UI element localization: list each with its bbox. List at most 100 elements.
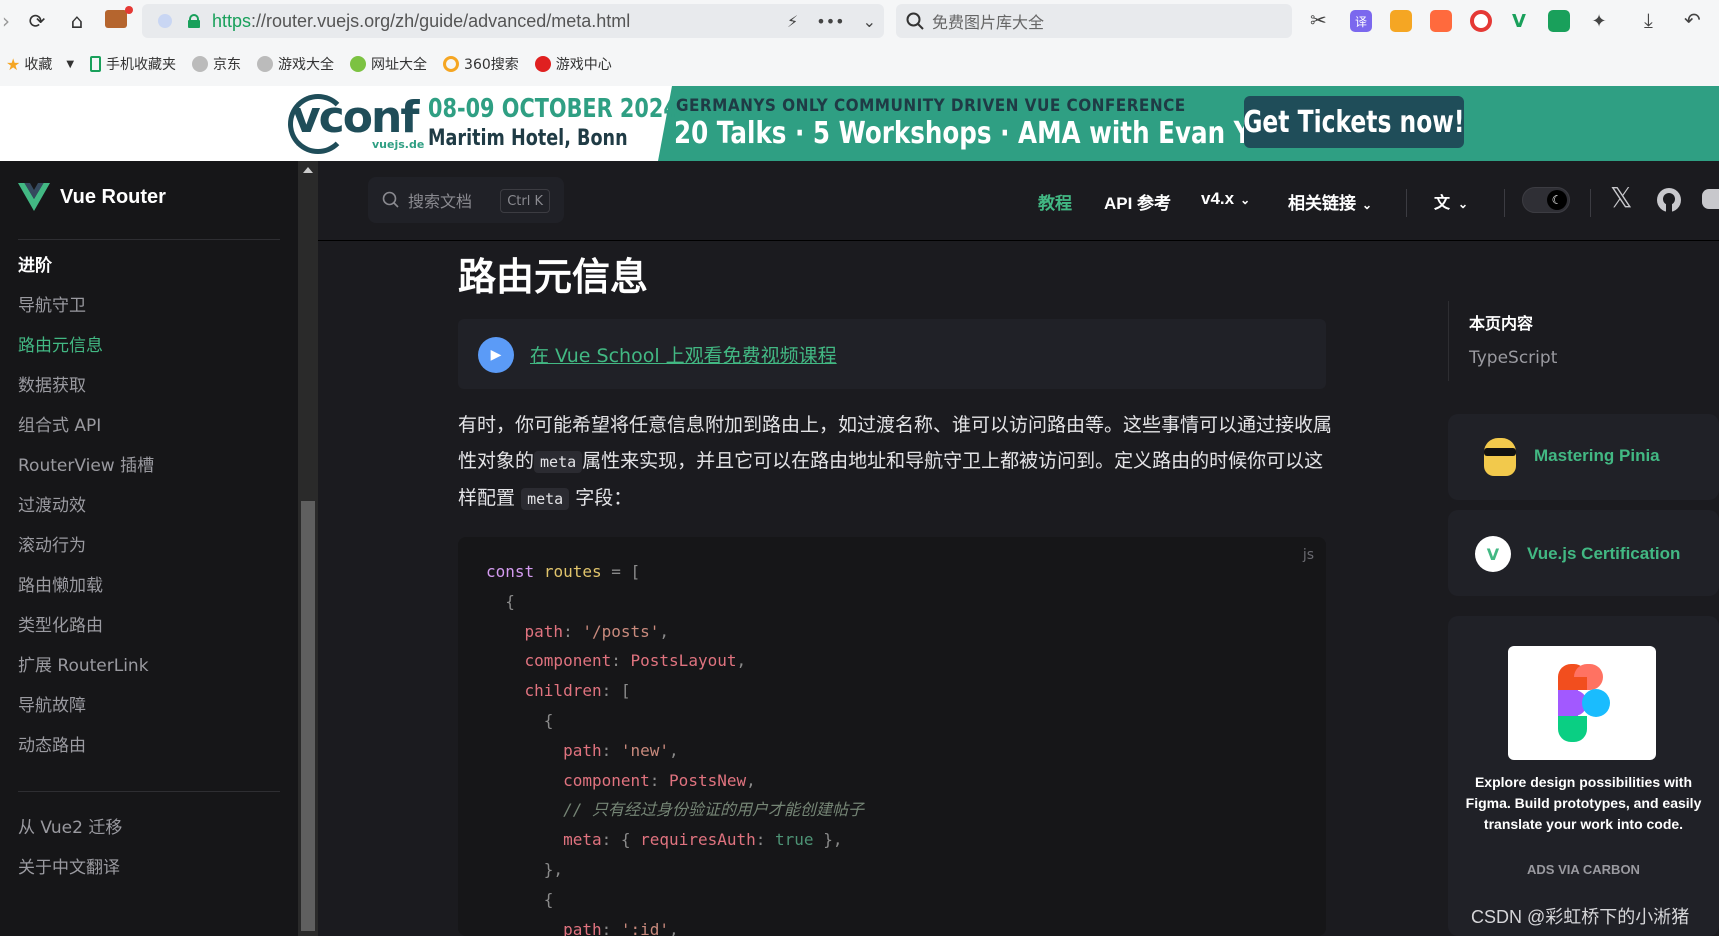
intro-paragraph: 有时，你可能希望将任意信息附加到路由上，如过渡名称、谁可以访问路由等。这些事情可… — [458, 407, 1338, 517]
translate-icon: 文 — [1434, 195, 1451, 212]
discord-icon[interactable] — [1702, 189, 1719, 209]
banner-tagline: GERMANYS ONLY COMMUNITY DRIVEN VUE CONFE… — [676, 96, 1186, 116]
sidebar-scrollbar[interactable] — [298, 161, 318, 936]
sidebar-item-composition-api[interactable]: 组合式 API — [18, 411, 101, 436]
bookmark-360[interactable]: 360搜索 — [443, 54, 519, 74]
code-block[interactable]: js const routes = [ { path: '/posts', co… — [458, 537, 1326, 936]
nav-link-api[interactable]: API 参考 — [1104, 189, 1171, 214]
nav-separator — [1504, 189, 1505, 217]
toc-border — [1448, 301, 1449, 381]
carbon-ad[interactable]: Explore design possibilities with Figma.… — [1448, 616, 1719, 936]
banner-venue: Maritim Hotel, Bonn — [428, 126, 628, 151]
top-nav: 搜索文档 Ctrl K 教程 API 参考 v4.x ⌄ 相关链接 ⌄ 文 ⌄ ☾ 𝕏 — [318, 161, 1719, 241]
banner-headline: 20 Talks · 5 Workshops · AMA with Evan Y… — [674, 116, 1284, 151]
language-switch[interactable]: 文 ⌄ — [1434, 189, 1468, 213]
vconf-sub: vuejs.de — [372, 138, 425, 151]
sidebar-divider — [18, 239, 280, 240]
sidebar-item-data-fetching[interactable]: 数据获取 — [18, 371, 86, 396]
vueschool-banner[interactable]: ▶ 在 Vue School 上观看免费视频课程 — [458, 319, 1326, 389]
vueschool-link[interactable]: 在 Vue School 上观看免费视频课程 — [530, 341, 837, 368]
shield-extension-icon[interactable] — [1390, 10, 1412, 32]
url-scheme: https — [212, 10, 252, 31]
briefcase-icon[interactable] — [105, 10, 127, 28]
scroll-up-arrow[interactable] — [303, 167, 313, 173]
page-title: 路由元信息 — [458, 255, 649, 299]
ring-icon — [443, 56, 460, 72]
game-center-icon — [534, 56, 551, 72]
address-bar[interactable]: https://router.vuejs.org/zh/guide/advanc… — [142, 4, 884, 38]
puzzle-extension-icon[interactable]: ✦ — [1588, 10, 1610, 32]
search-shortcut: Ctrl K — [500, 189, 550, 213]
nav-link-version[interactable]: v4.x ⌄ — [1201, 189, 1250, 209]
browser-search-placeholder: 免费图片库大全 — [932, 13, 1045, 32]
vue-extension-icon[interactable]: V — [1508, 10, 1530, 32]
site-info-icon[interactable] — [158, 14, 172, 28]
lightning-icon[interactable]: ⚡ — [787, 12, 798, 31]
ad-via-carbon[interactable]: ADS VIA CARBON — [1448, 862, 1719, 877]
x-twitter-icon[interactable]: 𝕏 — [1610, 181, 1633, 214]
bookmark-label: 手机收藏夹 — [106, 57, 177, 73]
play-icon[interactable]: ▶ — [478, 337, 514, 373]
sidebar-item-dynamic-routing[interactable]: 动态路由 — [18, 731, 86, 756]
bookmark-label: 游戏中心 — [555, 57, 612, 73]
code-content[interactable]: const routes = [ { path: '/posts', compo… — [486, 557, 864, 936]
ad-text[interactable]: Explore design possibilities with Figma.… — [1458, 772, 1709, 835]
green-extension-icon[interactable] — [1548, 10, 1570, 32]
sidebar-item-routerview-slot[interactable]: RouterView 插槽 — [18, 451, 154, 476]
sponsor-vue-certification[interactable]: V Vue.js Certification — [1448, 510, 1719, 596]
url-text[interactable]: https://router.vuejs.org/zh/guide/advanc… — [212, 11, 630, 32]
conference-banner[interactable]: vconf vuejs.de 08-09 OCTOBER 2024 Mariti… — [0, 86, 1719, 161]
scroll-thumb[interactable] — [301, 501, 315, 931]
pinia-sunglasses — [1484, 448, 1516, 456]
figma-ad-image[interactable] — [1508, 646, 1656, 760]
circle-extension-icon[interactable] — [1470, 10, 1492, 32]
chevron-down-icon[interactable]: ⌄ — [863, 12, 876, 31]
reload-icon[interactable]: ⟳ — [19, 3, 55, 39]
sidebar-item-route-meta[interactable]: 路由元信息 — [18, 331, 103, 356]
sidebar-item-lazy-loading[interactable]: 路由懒加载 — [18, 571, 103, 596]
plus-circle-icon — [350, 56, 367, 72]
gamepad-extension-icon[interactable] — [1430, 10, 1452, 32]
sidebar-item-migration[interactable]: 从 Vue2 迁移 — [18, 813, 122, 838]
bookmark-games[interactable]: 游戏大全 — [257, 54, 334, 74]
sidebar-item-typed-routes[interactable]: 类型化路由 — [18, 611, 103, 636]
doc-search-button[interactable]: 搜索文档 Ctrl K — [368, 177, 564, 223]
bookmark-favorites[interactable]: ★ 收藏 ▼ — [6, 54, 74, 74]
dropdown-icon[interactable]: ▼ — [66, 59, 74, 70]
vconf-logo: vconf — [292, 92, 419, 143]
get-tickets-button[interactable]: Get Tickets now! — [1243, 96, 1465, 148]
sponsor-mastering-pinia[interactable]: Mastering Pinia — [1448, 414, 1719, 500]
sponsor-name: Mastering Pinia — [1534, 446, 1660, 465]
nav-link-guide[interactable]: 教程 — [1038, 189, 1072, 214]
sidebar-item-navigation-failures[interactable]: 导航故障 — [18, 691, 86, 716]
undo-icon[interactable]: ↶ — [1684, 8, 1701, 32]
github-icon[interactable] — [1656, 187, 1682, 213]
pinia-logo-icon — [1484, 438, 1516, 476]
browser-search-box[interactable]: 免费图片库大全 — [896, 4, 1292, 38]
scissors-icon[interactable]: ✂ — [1310, 8, 1327, 32]
nav-version-label: v4.x — [1201, 189, 1235, 208]
site-logo[interactable]: Vue Router — [18, 183, 166, 211]
sidebar-item-extending-routerlink[interactable]: 扩展 RouterLink — [18, 651, 149, 676]
bookmark-mobile[interactable]: 手机收藏夹 — [90, 54, 176, 74]
globe-icon — [257, 56, 274, 72]
bookmark-label: 收藏 — [24, 57, 53, 73]
sidebar-item-translation[interactable]: 关于中文翻译 — [18, 853, 120, 878]
sidebar: Vue Router 进阶 导航守卫 路由元信息 数据获取 组合式 API Ro… — [0, 161, 298, 936]
bookmark-game-center[interactable]: 游戏中心 — [534, 54, 612, 74]
more-icon[interactable]: ••• — [816, 12, 844, 31]
phone-icon — [90, 56, 102, 72]
bookmark-sites[interactable]: 网址大全 — [350, 54, 427, 74]
sidebar-item-navigation-guards[interactable]: 导航守卫 — [18, 291, 86, 316]
nav-link-related[interactable]: 相关链接 ⌄ — [1288, 189, 1372, 214]
sidebar-item-scroll-behavior[interactable]: 滚动行为 — [18, 531, 86, 556]
home-icon[interactable]: ⌂ — [59, 3, 95, 39]
translate-extension-icon[interactable]: 译 — [1350, 10, 1372, 32]
figma-logo-icon — [1558, 664, 1610, 742]
dark-mode-toggle[interactable]: ☾ — [1522, 187, 1570, 213]
sidebar-item-transitions[interactable]: 过渡动效 — [18, 491, 86, 516]
download-icon[interactable]: ⤓ — [1644, 8, 1653, 32]
bookmark-jd[interactable]: 京东 — [192, 54, 241, 74]
toc-item-typescript[interactable]: TypeScript — [1469, 348, 1557, 368]
site-title: Vue Router — [60, 185, 166, 208]
